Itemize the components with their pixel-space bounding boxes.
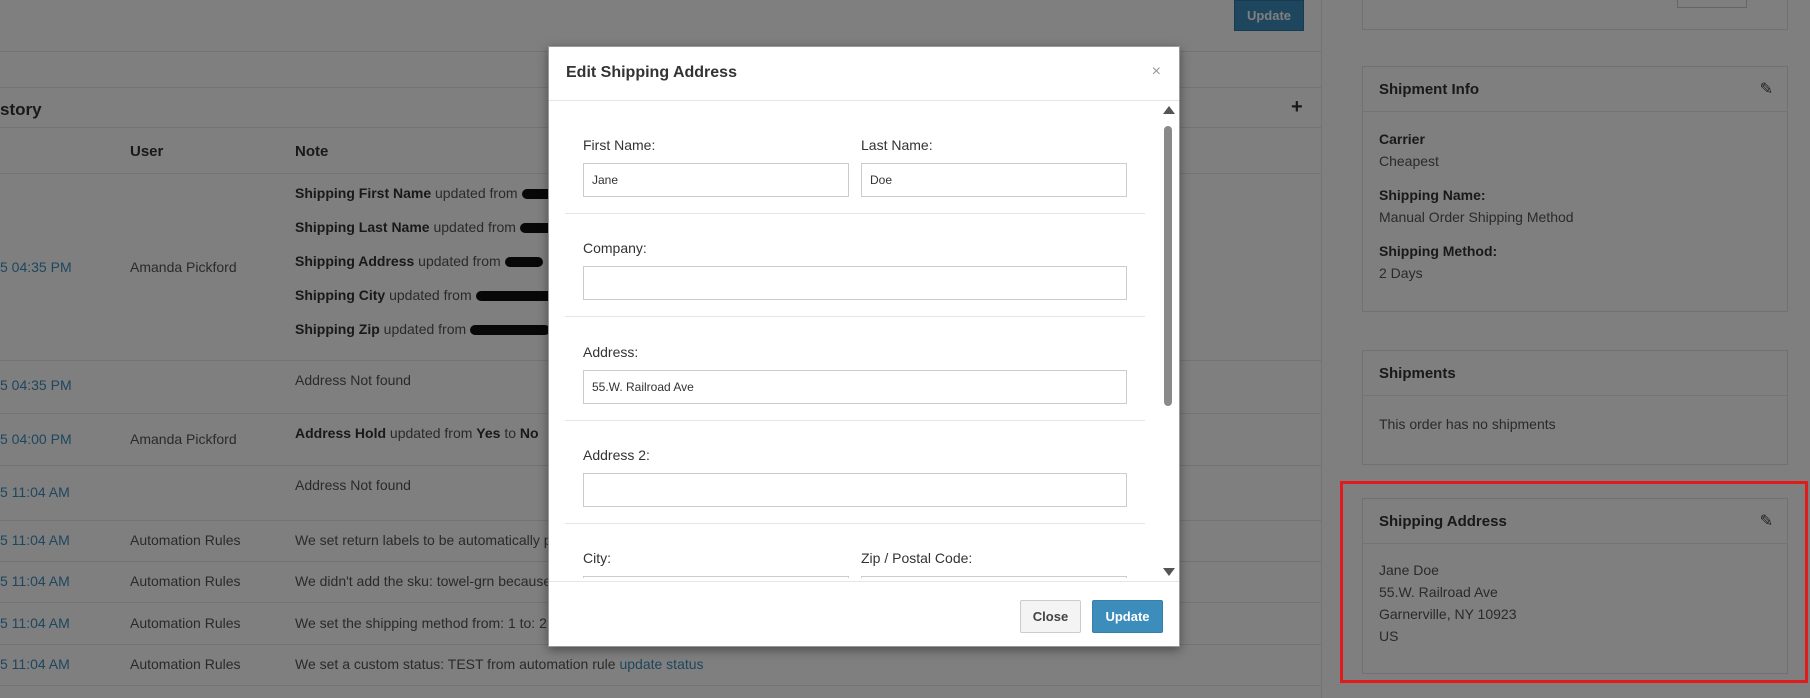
update-button[interactable]: Update bbox=[1092, 600, 1163, 633]
address2-group: Address 2: bbox=[583, 447, 1127, 507]
company-label: Company: bbox=[583, 240, 647, 256]
company-group: Company: bbox=[583, 240, 1127, 300]
dialog-scrollbar[interactable] bbox=[1161, 106, 1175, 576]
zip-label: Zip / Postal Code: bbox=[861, 550, 973, 566]
last-name-field[interactable] bbox=[861, 163, 1127, 197]
first-name-label: First Name: bbox=[583, 137, 656, 153]
divider bbox=[565, 213, 1145, 214]
first-name-group: First Name: bbox=[583, 137, 849, 197]
last-name-label: Last Name: bbox=[861, 137, 933, 153]
scroll-down-arrow-icon[interactable] bbox=[1163, 568, 1175, 576]
address-label: Address: bbox=[583, 344, 639, 360]
dialog-title: Edit Shipping Address bbox=[566, 64, 737, 81]
dialog-header: Edit Shipping Address × bbox=[549, 47, 1179, 101]
city-group: City: bbox=[583, 550, 849, 578]
city-label: City: bbox=[583, 550, 611, 566]
zip-group: Zip / Postal Code: bbox=[861, 550, 1127, 578]
zip-field[interactable] bbox=[861, 576, 1127, 578]
highlight-box bbox=[1340, 481, 1808, 683]
city-field[interactable] bbox=[583, 576, 849, 578]
divider bbox=[565, 523, 1145, 524]
address-group: Address: bbox=[583, 344, 1127, 404]
close-icon[interactable]: × bbox=[1152, 63, 1161, 81]
divider bbox=[565, 316, 1145, 317]
address2-label: Address 2: bbox=[583, 447, 650, 463]
close-button[interactable]: Close bbox=[1020, 600, 1081, 633]
scroll-up-arrow-icon[interactable] bbox=[1163, 106, 1175, 114]
address-field[interactable] bbox=[583, 370, 1127, 404]
last-name-group: Last Name: bbox=[861, 137, 1127, 197]
dialog-body[interactable]: First Name: Last Name: Company: Address:… bbox=[549, 102, 1179, 578]
edit-shipping-address-dialog: Edit Shipping Address × First Name: Last… bbox=[548, 46, 1180, 647]
scroll-thumb[interactable] bbox=[1164, 126, 1172, 406]
company-field[interactable] bbox=[583, 266, 1127, 300]
first-name-field[interactable] bbox=[583, 163, 849, 197]
divider bbox=[565, 420, 1145, 421]
address2-field[interactable] bbox=[583, 473, 1127, 507]
dialog-footer: Close Update bbox=[549, 581, 1179, 647]
